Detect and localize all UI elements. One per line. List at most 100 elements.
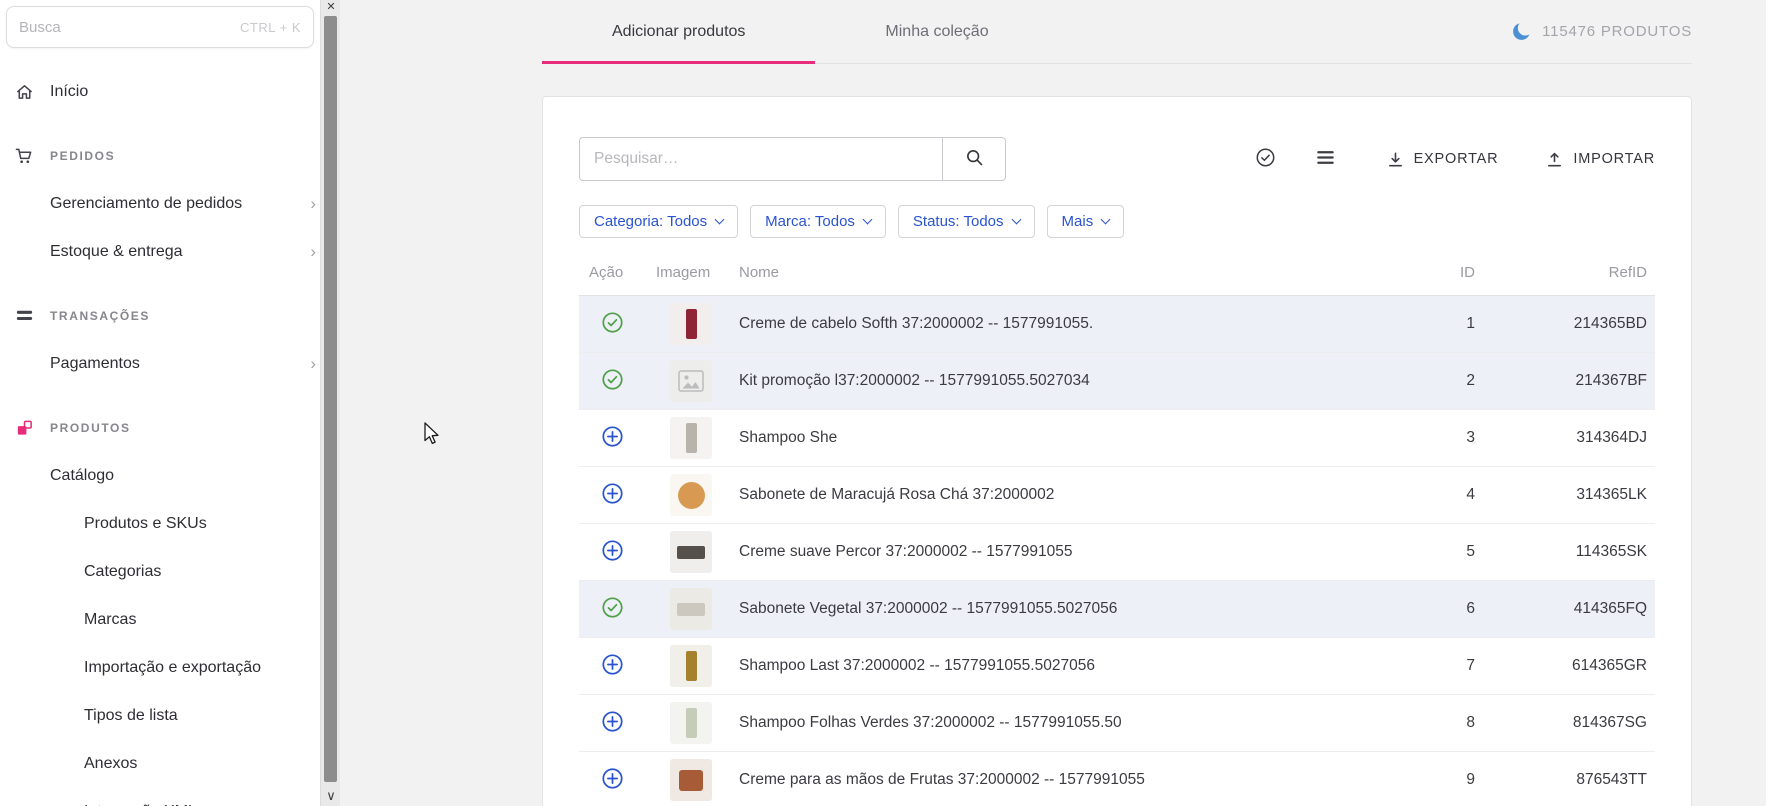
toolbar-actions: EXPORTAR IMPORTAR [1251,143,1655,175]
products-icon [15,419,34,438]
product-thumbnail [670,531,712,573]
add-circle-icon [601,767,624,793]
add-circle-icon [601,710,624,736]
sidebar-search[interactable]: CTRL + K [6,6,314,48]
filter-chip-label: Marca: Todos [765,213,855,230]
import-button[interactable]: IMPORTAR [1546,151,1655,168]
row-added-button[interactable] [601,596,624,622]
sidebar-item-label: PEDIDOS [50,149,115,163]
product-thumbnail [670,588,712,630]
product-id: 7 [1365,657,1475,675]
sidebar-item-inicio[interactable]: Início [0,68,320,116]
product-thumbnail [670,645,712,687]
product-thumbnail [670,417,712,459]
product-id: 9 [1365,771,1475,789]
row-added-button[interactable] [601,368,624,394]
sidebar-item-integracao-xml[interactable]: Integração XML [0,788,320,806]
search-button[interactable] [943,137,1006,181]
product-name: Sabonete de Maracujá Rosa Chá 37:2000002 [739,486,1365,504]
list-icon [1316,148,1335,170]
chevron-right-icon: › [310,242,316,262]
sidebar-item-label: TRANSAÇÕES [50,309,150,323]
row-added-button[interactable] [601,311,624,337]
chevron-down-icon [715,215,725,225]
moon-icon [1511,21,1532,42]
main-area: Adicionar produtos Minha coleção 115476 … [340,0,1766,806]
product-id: 6 [1365,600,1475,618]
table-row: Creme de cabelo Softh 37:2000002 -- 1577… [579,296,1655,353]
product-refid: 214367BF [1475,372,1655,390]
product-name: Creme de cabelo Softh 37:2000002 -- 1577… [739,315,1365,333]
search-icon [965,148,984,170]
scrollbar-thumb[interactable] [324,16,337,782]
sidebar-item-catalogo[interactable]: Catálogo [0,452,320,500]
tab-bar: Adicionar produtos Minha coleção 115476 … [542,0,1692,64]
filter-chip-marca[interactable]: Marca: Todos [750,205,886,238]
products-count: 115476 PRODUTOS [1511,21,1692,42]
product-refid: 876543TT [1475,771,1655,789]
chevron-down-icon [1101,215,1111,225]
product-thumbnail [670,702,712,744]
sidebar-item-pagamentos[interactable]: Pagamentos› [0,340,320,388]
chevron-right-icon: › [310,354,316,374]
row-add-button[interactable] [601,539,624,565]
download-icon [1387,151,1404,168]
sidebar-item-label: Categorias [84,563,161,581]
sidebar-nav: InícioPEDIDOSGerenciamento de pedidos›Es… [0,68,320,806]
sidebar-item-transacoes: TRANSAÇÕES [0,292,320,340]
product-id: 3 [1365,429,1475,447]
product-refid: 314365LK [1475,486,1655,504]
list-view-button[interactable] [1312,144,1339,174]
products-count-label: 115476 PRODUTOS [1542,23,1692,40]
sidebar-item-produtos-e-skus[interactable]: Produtos e SKUs [0,500,320,548]
table-row: Sabonete de Maracujá Rosa Chá 37:2000002… [579,467,1655,524]
tab-adicionar-produtos[interactable]: Adicionar produtos [542,0,815,63]
check-circle-icon [1255,147,1276,171]
row-add-button[interactable] [601,767,624,793]
sidebar-scrollbar[interactable]: ✕ ∨ [320,0,340,806]
sidebar-item-estoque-entrega[interactable]: Estoque & entrega› [0,228,320,276]
filter-chip-label: Categoria: Todos [594,213,707,230]
sidebar-item-label: Gerenciamento de pedidos [50,195,242,213]
product-name: Shampoo She [739,429,1365,447]
export-button[interactable]: EXPORTAR [1387,151,1499,168]
sidebar-item-label: PRODUTOS [50,421,131,435]
sidebar-item-produtos: PRODUTOS [0,404,320,452]
select-all-button[interactable] [1251,143,1280,175]
product-refid: 114365SK [1475,543,1655,561]
product-search-input[interactable] [579,137,943,181]
tab-label: Adicionar produtos [612,23,745,41]
product-name: Shampoo Folhas Verdes 37:2000002 -- 1577… [739,714,1365,732]
sidebar-item-label: Anexos [84,755,137,773]
row-add-button[interactable] [601,482,624,508]
product-refid: 414365FQ [1475,600,1655,618]
chevron-down-icon[interactable]: ∨ [321,789,341,802]
add-circle-icon [601,539,624,565]
sidebar-search-input[interactable] [19,19,240,36]
close-icon[interactable]: ✕ [321,2,341,13]
filter-chip-categoria[interactable]: Categoria: Todos [579,205,738,238]
table-row: Kit promoção l37:2000002 -- 1577991055.5… [579,353,1655,410]
chevron-down-icon [862,215,872,225]
sidebar-item-tipos-de-lista[interactable]: Tipos de lista [0,692,320,740]
product-refid: 314364DJ [1475,429,1655,447]
table-row: Shampoo She3314364DJ [579,410,1655,467]
filter-chip-status[interactable]: Status: Todos [898,205,1035,238]
sidebar-item-label: Produtos e SKUs [84,515,207,533]
row-add-button[interactable] [601,653,624,679]
table-row: Shampoo Folhas Verdes 37:2000002 -- 1577… [579,695,1655,752]
row-add-button[interactable] [601,425,624,451]
sidebar-item-anexos[interactable]: Anexos [0,740,320,788]
tab-minha-colecao[interactable]: Minha coleção [815,0,1058,63]
chevron-right-icon: › [310,194,316,214]
sidebar-item-categorias[interactable]: Categorias [0,548,320,596]
check-circle-icon [601,311,624,337]
cart-icon [15,147,34,166]
tab-label: Minha coleção [885,23,988,41]
filter-chip-mais[interactable]: Mais [1047,205,1125,238]
sidebar-item-marcas[interactable]: Marcas [0,596,320,644]
sidebar-item-importacao-e-exportacao[interactable]: Importação e exportação [0,644,320,692]
content-column: Adicionar produtos Minha coleção 115476 … [542,0,1692,806]
row-add-button[interactable] [601,710,624,736]
sidebar-item-gerenciamento-de-pedidos[interactable]: Gerenciamento de pedidos › [0,180,320,228]
